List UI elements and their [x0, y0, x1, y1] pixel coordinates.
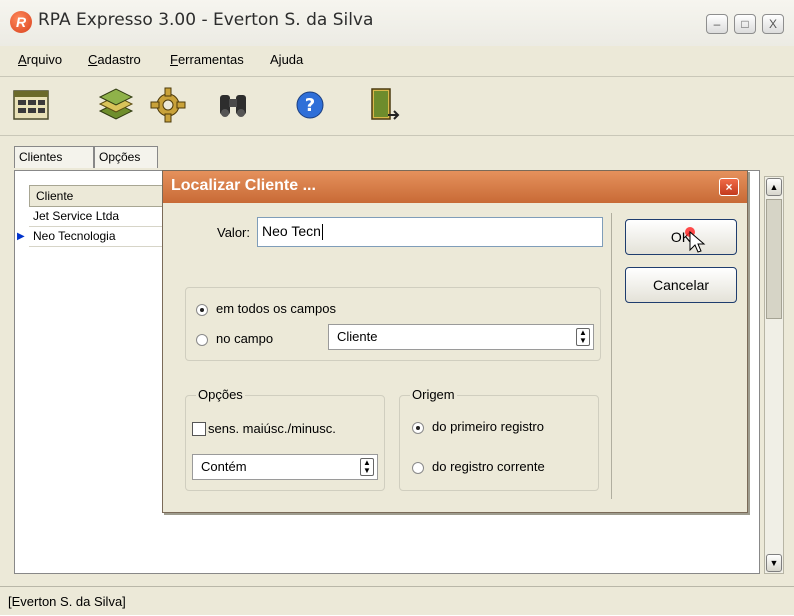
- main-window: R RPA Expresso 3.00 - Everton S. da Silv…: [0, 0, 794, 615]
- radio-current-record[interactable]: [412, 462, 424, 474]
- dialog-title-bar: Localizar Cliente ... ×: [163, 171, 747, 203]
- radio-all-fields-label: em todos os campos: [216, 301, 336, 316]
- field-select[interactable]: Cliente ▲ ▼: [328, 324, 594, 350]
- scroll-down-icon[interactable]: ▼: [766, 554, 782, 572]
- ok-button[interactable]: OK: [625, 219, 737, 255]
- case-sensitive-label: sens. maiúsc./minusc.: [208, 421, 336, 436]
- exit-door-icon[interactable]: [364, 85, 404, 125]
- row-pointer-icon: ▶: [17, 231, 25, 242]
- binoculars-icon[interactable]: [214, 85, 254, 125]
- radio-all-fields[interactable]: [196, 304, 208, 316]
- tab-clientes[interactable]: Clientes: [14, 146, 94, 168]
- match-mode-select[interactable]: Contém ▲ ▼: [192, 454, 378, 480]
- tab-opcoes[interactable]: Opções: [94, 146, 158, 168]
- menu-arquivo[interactable]: Arquivo: [18, 52, 62, 67]
- find-client-dialog: Localizar Cliente ... × Valor: Neo Tecn …: [162, 170, 748, 513]
- close-window-button[interactable]: X: [762, 14, 784, 34]
- status-user: [Everton S. da Silva]: [8, 594, 126, 609]
- text-caret: [321, 224, 323, 241]
- case-sensitive-checkbox[interactable]: [192, 422, 206, 436]
- radio-in-field-label: no campo: [216, 331, 274, 346]
- gear-icon[interactable]: [148, 85, 188, 125]
- toolbar: ?: [0, 76, 794, 136]
- scroll-up-icon[interactable]: ▲: [766, 178, 782, 196]
- scroll-thumb[interactable]: [766, 199, 782, 319]
- dialog-separator: [611, 213, 612, 499]
- dialog-close-button[interactable]: ×: [719, 178, 739, 196]
- mouse-cursor-icon: [685, 227, 706, 253]
- vertical-scrollbar[interactable]: ▲ ▼: [764, 176, 784, 574]
- opcoes-title: Opções: [196, 387, 245, 402]
- maximize-button[interactable]: □: [734, 14, 756, 34]
- origem-title: Origem: [410, 387, 457, 402]
- help-icon[interactable]: ?: [290, 85, 330, 125]
- origem-group: Origem do primeiro registro do registro …: [399, 387, 599, 491]
- radio-current-record-label: do registro corrente: [432, 459, 545, 474]
- calendar-icon[interactable]: [12, 85, 52, 125]
- svg-text:?: ?: [305, 95, 315, 116]
- menu-bar: Arquivo Cadastro Ferramentas Ajuda: [0, 48, 794, 72]
- minimize-button[interactable]: –: [706, 14, 728, 34]
- title-bar: R RPA Expresso 3.00 - Everton S. da Silv…: [0, 0, 794, 46]
- radio-first-record[interactable]: [412, 422, 424, 434]
- menu-cadastro[interactable]: Cadastro: [88, 52, 141, 67]
- menu-ferramentas[interactable]: Ferramentas: [170, 52, 244, 67]
- cancel-button[interactable]: Cancelar: [625, 267, 737, 303]
- radio-first-record-label: do primeiro registro: [432, 419, 544, 434]
- dialog-title: Localizar Cliente ...: [171, 177, 316, 194]
- status-bar: [Everton S. da Silva]: [0, 586, 794, 616]
- scope-group: em todos os campos no campo Cliente ▲ ▼: [185, 287, 601, 361]
- app-logo-icon: R: [10, 11, 32, 33]
- valor-label: Valor:: [217, 225, 250, 240]
- spinner-icon[interactable]: ▲ ▼: [360, 458, 374, 476]
- spinner-icon[interactable]: ▲ ▼: [576, 328, 590, 346]
- menu-ajuda[interactable]: Ajuda: [270, 52, 303, 67]
- stack-icon[interactable]: [96, 85, 136, 125]
- radio-in-field[interactable]: [196, 334, 208, 346]
- valor-input[interactable]: Neo Tecn: [257, 217, 603, 247]
- window-title: RPA Expresso 3.00 - Everton S. da Silva: [38, 10, 374, 30]
- opcoes-group: Opções sens. maiúsc./minusc. Contém ▲ ▼: [185, 387, 385, 491]
